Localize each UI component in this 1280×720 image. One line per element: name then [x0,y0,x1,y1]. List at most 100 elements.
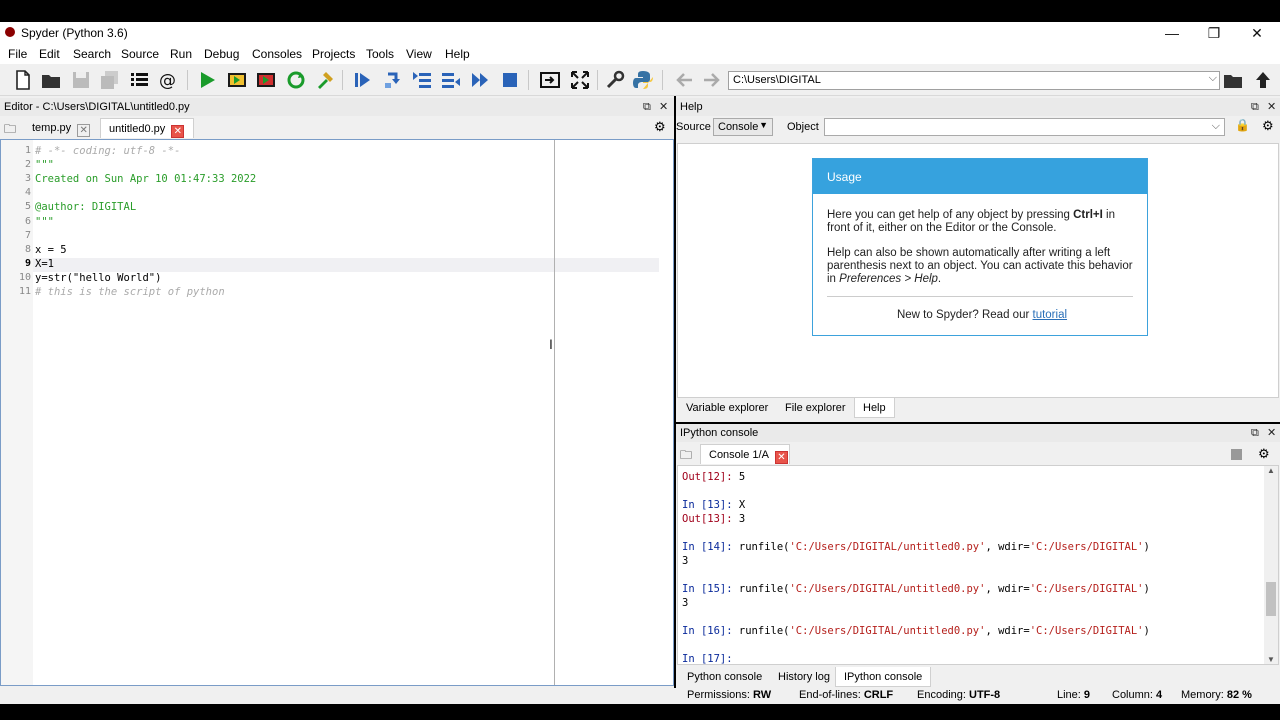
run-icon[interactable] [196,69,218,91]
browse-tabs-icon[interactable] [128,69,150,91]
tab-help[interactable]: Help [854,398,895,418]
browse-directory-icon[interactable] [1222,69,1244,91]
chevron-down-icon[interactable]: ⌵ [1209,72,1217,85]
tab-history-log[interactable]: History log [770,667,838,687]
step-icon[interactable] [382,69,404,91]
close-tab-icon[interactable]: ✕ [774,451,788,464]
close-pane-icon[interactable]: ✕ [1267,98,1276,116]
close-button[interactable]: ✕ [1235,22,1279,44]
browse-tabs-folder-icon[interactable]: 🗀 [680,446,692,467]
status-encoding: Encoding: UTF-8 [917,689,1000,701]
tab-untitled0-py[interactable]: untitled0.py ✕ [100,118,194,138]
status-label: End-of-lines: [799,689,861,701]
open-file-icon[interactable] [40,69,62,91]
minimize-button[interactable]: — [1150,22,1194,44]
run-cell-advance-icon[interactable] [255,69,277,91]
browse-tabs-folder-icon[interactable]: 🗀 [4,120,16,141]
code-line: @author: DIGITAL [35,201,137,214]
tab-console-1a[interactable]: Console 1/A ✕ [700,444,790,464]
tab-file-explorer[interactable]: File explorer [777,398,854,418]
menu-edit[interactable]: Edit [39,47,60,61]
gear-icon[interactable]: ⚙ [654,119,666,135]
run-cell-icon[interactable] [226,69,248,91]
usage-shortcut: Ctrl+I [1073,209,1103,221]
close-pane-icon[interactable]: ✕ [1267,424,1276,442]
at-sign-icon[interactable]: @ [157,69,179,91]
console-title-text: IPython console [680,427,759,439]
save-icon[interactable] [70,69,92,91]
working-directory-combo[interactable]: C:\Users\DIGITAL ⌵ [728,71,1220,90]
menu-tools[interactable]: Tools [366,47,394,61]
console-line: In [13]: X [682,499,745,511]
scroll-up-icon[interactable]: ▲ [1267,466,1275,475]
tab-temp-py[interactable]: temp.py ✕ [24,118,91,138]
tab-variable-explorer[interactable]: Variable explorer [678,398,776,418]
console-line: Out[13]: 3 [682,513,745,525]
console-string: 'C:/Users/DIGITAL/untitled0.py' [789,583,986,595]
menu-source[interactable]: Source [121,47,159,61]
menu-projects[interactable]: Projects [312,47,355,61]
toolbar-separator [187,70,188,90]
undock-icon[interactable]: ⧉ [1251,424,1259,442]
run-selection-icon[interactable] [314,69,336,91]
scrollbar-thumb[interactable] [1266,582,1276,616]
menu-help[interactable]: Help [445,47,470,61]
step-into-icon[interactable] [411,69,433,91]
scrollbar[interactable]: ▲ ▼ [1264,466,1278,664]
menu-file[interactable]: File [8,47,27,61]
chevron-down-icon[interactable]: ⌵ [1212,120,1220,133]
stop-kernel-icon[interactable] [1231,449,1242,460]
lock-icon[interactable]: 🔒 [1235,118,1250,132]
gear-icon[interactable]: ⚙ [1258,446,1270,462]
close-tab-icon[interactable]: ✕ [171,125,185,138]
restore-button[interactable]: ❐ [1192,22,1236,44]
console-prompt: In [15]: [682,583,739,595]
new-file-icon[interactable] [12,69,34,91]
menu-debug[interactable]: Debug [204,47,239,61]
forward-arrow-icon[interactable] [701,69,723,91]
tab-label: Console 1/A [709,449,769,461]
code-editor[interactable]: 1 2 3 4 5 6 7 8 9 10 11 # -*- coding: utf-8 -*- """… [0,139,674,686]
undock-icon[interactable]: ⧉ [643,98,651,116]
debug-icon[interactable] [351,69,373,91]
tab-python-console[interactable]: Python console [679,667,770,687]
menu-search[interactable]: Search [73,47,111,61]
console-output[interactable]: Out[12]: 5 In [13]: X Out[13]: 3 In [14]: r… [677,465,1279,665]
editor-tabbar: 🗀 temp.py ✕ untitled0.py ✕ ⚙ [0,116,674,138]
step-return-icon[interactable] [440,69,462,91]
usage-footer-text: New to Spyder? Read our [896,309,1033,321]
console-string: 'C:/Users/DIGITAL/untitled0.py' [789,541,986,553]
object-input[interactable]: ⌵ [824,118,1225,136]
menu-consoles[interactable]: Consoles [252,47,302,61]
preferences-icon[interactable] [604,69,626,91]
console-prompt: In [14]: [682,541,739,553]
usage-footer: New to Spyder? Read our tutorial [827,309,1137,322]
stop-icon[interactable] [499,69,521,91]
status-label: Permissions: [687,689,750,701]
save-all-icon[interactable] [99,69,121,91]
console-text: ) [1143,625,1150,637]
console-text: , wdir= [985,583,1030,595]
continue-icon[interactable] [469,69,491,91]
maximize-pane-icon[interactable] [539,69,561,91]
undock-icon[interactable]: ⧉ [1251,98,1259,116]
scroll-down-icon[interactable]: ▼ [1267,655,1275,664]
close-pane-icon[interactable]: ✕ [659,98,668,116]
gear-icon[interactable]: ⚙ [1262,118,1274,134]
tab-ipython-console[interactable]: IPython console [835,667,932,687]
source-select[interactable]: Console ▼ [713,118,773,136]
fullscreen-icon[interactable] [569,69,591,91]
console-text: , wdir= [985,625,1030,637]
menu-view[interactable]: View [406,47,432,61]
tutorial-link[interactable]: tutorial [1033,309,1068,321]
python-path-icon[interactable] [632,69,654,91]
rerun-icon[interactable] [285,69,307,91]
menu-run[interactable]: Run [170,47,192,61]
close-tab-icon[interactable]: ✕ [77,124,91,137]
console-text: X [738,499,746,511]
status-line: Line: 9 [1057,689,1090,701]
usage-text: Here you can get help of any object by p… [827,209,1074,221]
console-title: IPython console ⧉ ✕ [676,424,1280,442]
back-arrow-icon[interactable] [673,69,695,91]
parent-directory-icon[interactable] [1252,69,1274,91]
